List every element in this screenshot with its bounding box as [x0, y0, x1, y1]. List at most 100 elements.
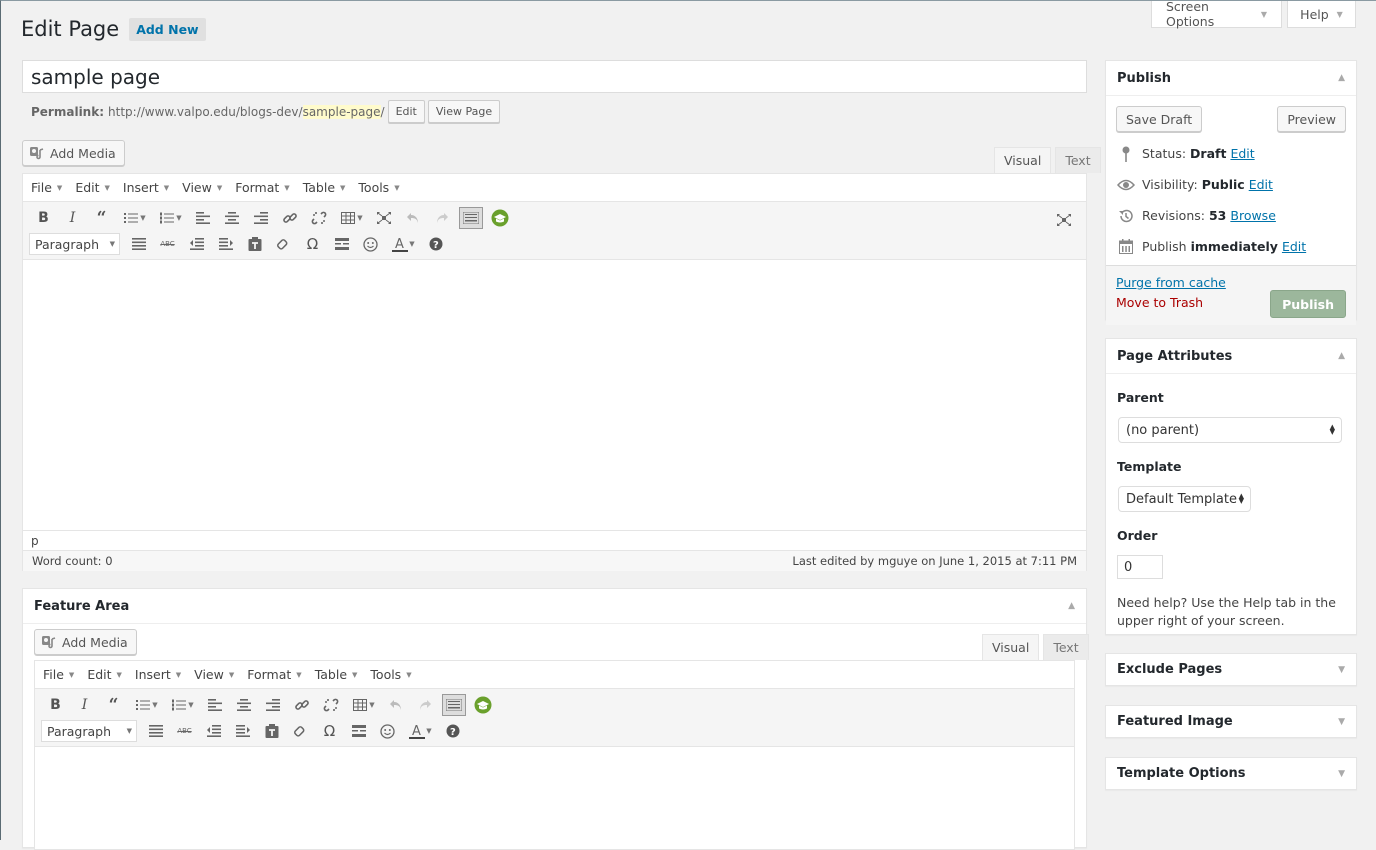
help-button[interactable]: Help ▼ [1287, 1, 1356, 28]
tab-text[interactable]: Text [1055, 147, 1101, 173]
align-left-icon[interactable] [200, 693, 229, 717]
align-right-icon[interactable] [246, 206, 275, 230]
align-right-icon[interactable] [258, 693, 287, 717]
indent-icon[interactable] [228, 719, 257, 743]
template-options-header[interactable]: Template Options ▼ [1106, 758, 1356, 789]
menu-file[interactable]: File ▼ [43, 667, 74, 682]
undo-icon[interactable] [398, 206, 427, 230]
fullscreen-icon[interactable] [1049, 208, 1078, 232]
caret-down-icon[interactable]: ▼ [353, 206, 367, 230]
editor-content-area[interactable] [23, 260, 1086, 530]
caret-down-icon[interactable]: ▼ [148, 693, 162, 717]
italic-icon[interactable]: I [70, 693, 99, 717]
path-element[interactable]: p [31, 534, 39, 548]
edit-permalink-button[interactable]: Edit [387, 100, 425, 123]
edit-status-link[interactable]: Edit [1230, 146, 1254, 161]
expand-arrow-icon[interactable]: ▼ [1338, 769, 1345, 779]
caret-down-icon[interactable]: ▼ [365, 693, 379, 717]
justify-icon[interactable] [124, 232, 153, 256]
toolbar-toggle-icon[interactable] [456, 206, 485, 230]
blockquote-icon[interactable]: “ [99, 693, 128, 717]
feature-add-media-button[interactable]: Add Media [34, 629, 137, 655]
menu-view[interactable]: View ▼ [182, 180, 222, 195]
menu-edit[interactable]: Edit ▼ [75, 180, 110, 195]
link-icon[interactable] [275, 206, 304, 230]
template-select[interactable]: Default Template ▲ ▼ [1118, 486, 1251, 512]
preview-button[interactable]: Preview [1277, 106, 1346, 132]
publish-header[interactable]: Publish ▲ [1106, 61, 1356, 96]
caret-down-icon[interactable]: ▼ [184, 693, 198, 717]
menu-insert[interactable]: Insert ▼ [135, 667, 181, 682]
exclude-pages-header[interactable]: Exclude Pages ▼ [1106, 654, 1356, 685]
tab-visual[interactable]: Visual [994, 147, 1052, 173]
help-icon[interactable]: ? [438, 719, 467, 743]
collapse-arrow-icon[interactable]: ▲ [1338, 73, 1345, 83]
permalink-slug[interactable]: sample-page [302, 104, 381, 119]
edit-visibility-link[interactable]: Edit [1249, 177, 1273, 192]
collapse-arrow-icon[interactable]: ▲ [1338, 351, 1345, 361]
undo-icon[interactable] [381, 693, 410, 717]
order-input[interactable] [1117, 555, 1163, 579]
edit-schedule-link[interactable]: Edit [1282, 239, 1306, 254]
menu-edit[interactable]: Edit ▼ [87, 667, 122, 682]
caret-down-icon[interactable]: ▼ [136, 206, 150, 230]
menu-tools[interactable]: Tools ▼ [370, 667, 411, 682]
featured-image-header[interactable]: Featured Image ▼ [1106, 706, 1356, 737]
collapse-arrow-icon[interactable]: ▲ [1068, 601, 1075, 611]
post-title-input[interactable] [22, 60, 1087, 93]
tab-visual[interactable]: Visual [982, 634, 1040, 660]
screen-options-button[interactable]: Screen Options ▼ [1151, 0, 1282, 29]
align-center-icon[interactable] [217, 206, 246, 230]
clear-formatting-icon[interactable] [286, 719, 315, 743]
menu-format[interactable]: Format ▼ [247, 667, 301, 682]
menu-table[interactable]: Table ▼ [315, 667, 358, 682]
toolbar-toggle-icon[interactable] [439, 693, 468, 717]
italic-icon[interactable]: I [58, 206, 87, 230]
browse-revisions-link[interactable]: Browse [1230, 208, 1276, 223]
expand-arrow-icon[interactable]: ▼ [1338, 717, 1345, 727]
outdent-icon[interactable] [199, 719, 228, 743]
menu-format[interactable]: Format ▼ [235, 180, 289, 195]
mortarboard-icon[interactable] [468, 693, 497, 717]
paste-text-icon[interactable] [257, 719, 286, 743]
caret-down-icon[interactable]: ▼ [422, 719, 436, 743]
horizontal-rule-icon[interactable] [344, 719, 373, 743]
caret-down-icon[interactable]: ▼ [405, 232, 419, 256]
feature-editor-content-area[interactable] [35, 747, 1074, 847]
menu-tools[interactable]: Tools ▼ [358, 180, 399, 195]
paste-text-icon[interactable] [240, 232, 269, 256]
link-icon[interactable] [287, 693, 316, 717]
special-char-icon[interactable]: Ω [315, 719, 344, 743]
purge-cache-link[interactable]: Purge from cache [1116, 275, 1226, 290]
unlink-icon[interactable] [304, 206, 333, 230]
outdent-icon[interactable] [182, 232, 211, 256]
menu-table[interactable]: Table ▼ [303, 180, 346, 195]
menu-view[interactable]: View ▼ [194, 667, 234, 682]
strikethrough-icon[interactable]: ABC [170, 719, 199, 743]
add-new-button[interactable]: Add New [129, 17, 206, 41]
mortarboard-icon[interactable] [485, 206, 514, 230]
justify-icon[interactable] [141, 719, 170, 743]
redo-icon[interactable] [410, 693, 439, 717]
unlink-icon[interactable] [316, 693, 345, 717]
horizontal-rule-icon[interactable] [327, 232, 356, 256]
caret-down-icon[interactable]: ▼ [172, 206, 186, 230]
page-attributes-header[interactable]: Page Attributes ▲ [1106, 339, 1356, 374]
clear-formatting-icon[interactable] [269, 232, 298, 256]
emoticon-icon[interactable] [356, 232, 385, 256]
emoticon-icon[interactable] [373, 719, 402, 743]
add-media-button[interactable]: Add Media [22, 140, 125, 166]
feature-area-header[interactable]: Feature Area ▲ [23, 589, 1086, 624]
distraction-free-icon[interactable] [369, 206, 398, 230]
align-left-icon[interactable] [188, 206, 217, 230]
save-draft-button[interactable]: Save Draft [1116, 106, 1203, 132]
align-center-icon[interactable] [229, 693, 258, 717]
expand-arrow-icon[interactable]: ▼ [1338, 665, 1345, 675]
indent-icon[interactable] [211, 232, 240, 256]
view-page-button[interactable]: View Page [427, 100, 501, 123]
publish-button[interactable]: Publish [1270, 290, 1346, 318]
menu-insert[interactable]: Insert ▼ [123, 180, 169, 195]
format-select[interactable]: Paragraph ▼ [29, 233, 120, 255]
strikethrough-icon[interactable]: ABC [153, 232, 182, 256]
redo-icon[interactable] [427, 206, 456, 230]
